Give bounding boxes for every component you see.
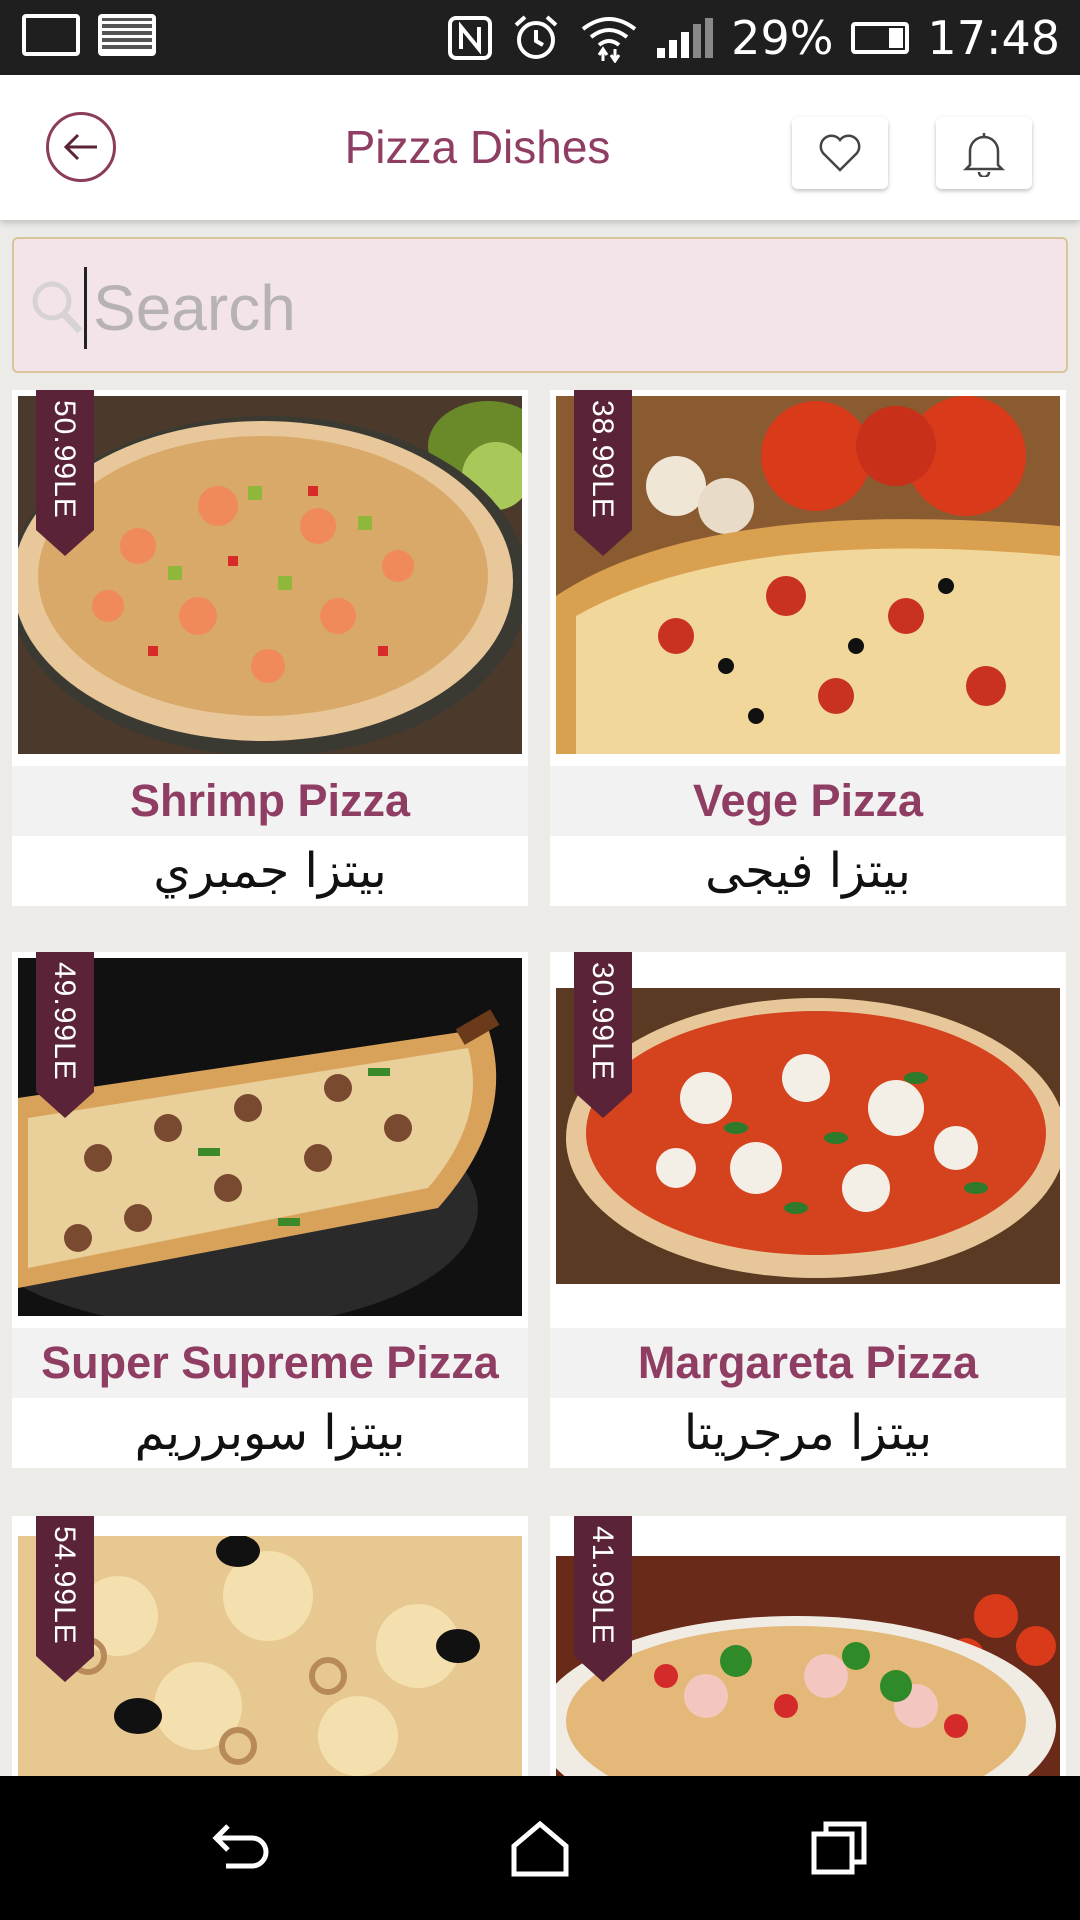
price-tag: 49.99LE [36, 952, 94, 1118]
system-nav-bar [0, 1776, 1080, 1920]
favorites-button[interactable] [792, 117, 888, 189]
dish-card[interactable]: 41.99LE [550, 1516, 1066, 1776]
search-input[interactable] [84, 267, 1045, 349]
dish-card[interactable]: 54.99LE [12, 1516, 528, 1776]
search-icon [32, 281, 83, 334]
dish-name-ar: بيتزا مرجريتا [550, 1398, 1066, 1468]
dish-card[interactable]: 49.99LE Super Supreme Pizza بيتزا سوبرري… [12, 952, 528, 1468]
signal-icon [657, 17, 714, 58]
heart-icon [819, 134, 861, 172]
dish-name-en: Margareta Pizza [550, 1328, 1066, 1398]
dish-name-ar: بيتزا جمبري [12, 836, 528, 906]
dish-name-en: Shrimp Pizza [12, 766, 528, 836]
nfc-icon [448, 15, 493, 60]
dish-card[interactable]: 38.99LE Vege Pizza بيتزا فيجى [550, 390, 1066, 906]
image-icon [98, 14, 156, 56]
dish-card[interactable]: 30.99LE Margareta Pizza بيتزا مرجريتا [550, 952, 1066, 1468]
clock: 17:48 [927, 10, 1060, 65]
alarm-icon [514, 15, 558, 59]
wifi-icon [581, 16, 637, 63]
dish-card[interactable]: 50.99LE Shrimp Pizza بيتزا جمبري [12, 390, 528, 906]
back-icon[interactable] [204, 1816, 276, 1880]
bell-icon [962, 133, 1006, 177]
recent-apps-icon[interactable] [804, 1816, 876, 1880]
arrow-left-icon [63, 133, 97, 161]
price-tag: 54.99LE [36, 1516, 94, 1682]
dish-name-ar: بيتزا سوبرريم [12, 1398, 528, 1468]
notifications-button[interactable] [936, 117, 1032, 189]
home-icon[interactable] [504, 1816, 576, 1880]
price-tag: 30.99LE [574, 952, 632, 1118]
battery-icon [851, 21, 910, 54]
price-tag: 38.99LE [574, 390, 632, 556]
app-header: Pizza Dishes [0, 75, 1080, 220]
status-bar: 29% 17:48 [0, 0, 1080, 75]
dish-name-en: Super Supreme Pizza [12, 1328, 528, 1398]
page-title: Pizza Dishes [344, 121, 611, 173]
dish-name-ar: بيتزا فيجى [550, 836, 1066, 906]
price-tag: 50.99LE [36, 390, 94, 556]
search-bar[interactable] [12, 237, 1068, 373]
back-button[interactable] [46, 112, 116, 182]
price-tag: 41.99LE [574, 1516, 632, 1682]
battery-charging-icon [22, 14, 80, 56]
battery-percent: 29% [731, 10, 834, 65]
dish-name-en: Vege Pizza [550, 766, 1066, 836]
